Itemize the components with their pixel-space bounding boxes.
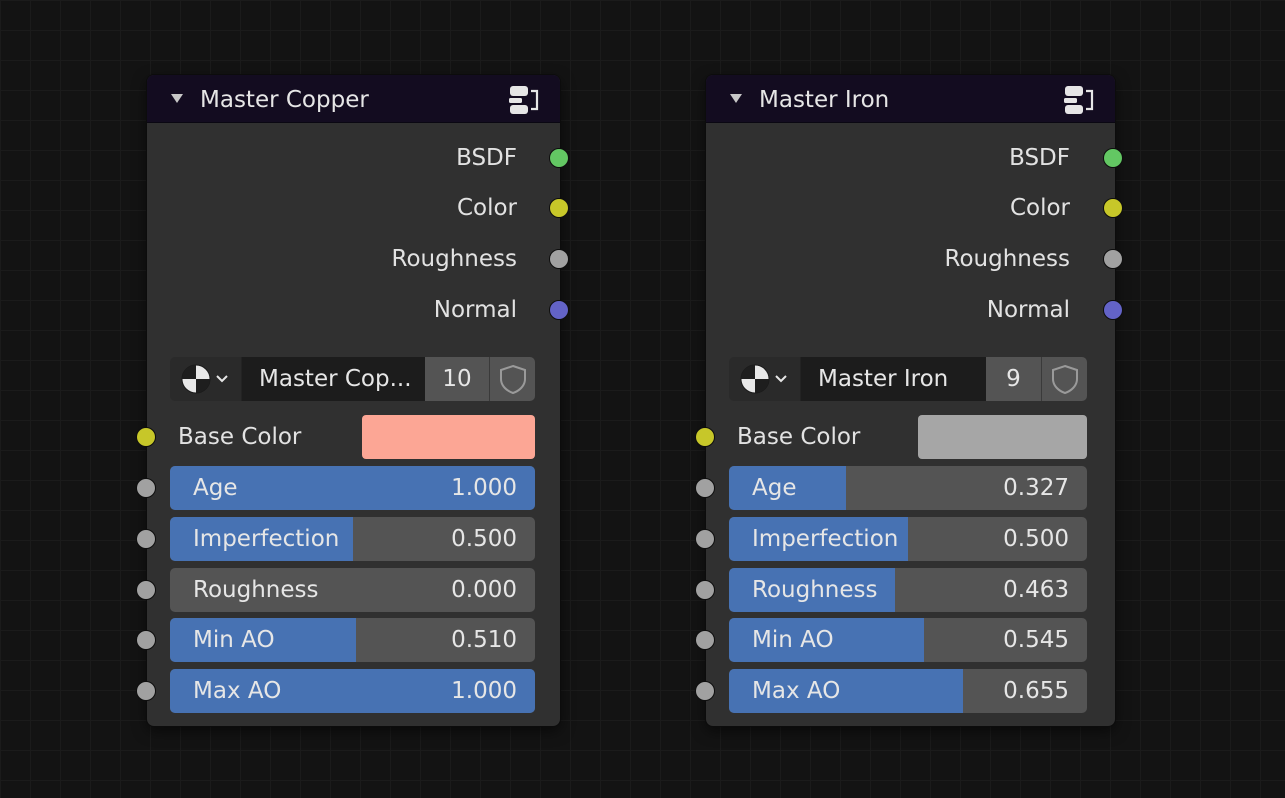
output-label-roughness: Roughness bbox=[944, 246, 1070, 272]
slider-value: 0.500 bbox=[451, 526, 517, 552]
slider-value: 0.510 bbox=[451, 627, 517, 653]
input-socket-base-color[interactable] bbox=[695, 427, 715, 447]
slider-label: Roughness bbox=[193, 577, 319, 603]
input-socket-min-ao[interactable] bbox=[695, 630, 715, 650]
shader-sphere-icon bbox=[740, 364, 787, 394]
fake-user-button[interactable] bbox=[1041, 357, 1087, 401]
output-label-color: Color bbox=[1009, 195, 1070, 221]
node-group-selector: Master Cop... 10 bbox=[170, 357, 535, 401]
input-socket-max-ao[interactable] bbox=[136, 681, 156, 701]
base-color-swatch[interactable] bbox=[362, 415, 535, 459]
output-label-normal: Normal bbox=[433, 297, 517, 323]
input-socket-roughness[interactable] bbox=[136, 580, 156, 600]
shield-icon bbox=[1052, 364, 1078, 395]
output-label-bsdf: BSDF bbox=[456, 145, 517, 171]
input-socket-min-ao[interactable] bbox=[136, 630, 156, 650]
slider-imperfection[interactable]: Imperfection 0.500 bbox=[170, 517, 535, 561]
slider-max-ao[interactable]: Max AO 0.655 bbox=[729, 669, 1087, 713]
output-label-normal: Normal bbox=[986, 297, 1070, 323]
slider-label: Max AO bbox=[193, 678, 282, 704]
output-socket-normal[interactable] bbox=[549, 300, 569, 320]
slider-value: 0.500 bbox=[1003, 526, 1069, 552]
slider-label: Imperfection bbox=[193, 526, 340, 552]
node-group-name-field[interactable]: Master Cop... bbox=[242, 357, 425, 401]
user-count-button[interactable]: 10 bbox=[425, 357, 489, 401]
slider-label: Imperfection bbox=[752, 526, 899, 552]
fake-user-button[interactable] bbox=[489, 357, 535, 401]
node-group-icon[interactable] bbox=[1062, 85, 1098, 115]
collapse-arrow-icon[interactable] bbox=[171, 94, 183, 103]
slider-value: 1.000 bbox=[451, 475, 517, 501]
input-socket-age[interactable] bbox=[136, 478, 156, 498]
slider-label: Max AO bbox=[752, 678, 841, 704]
shield-icon bbox=[500, 364, 526, 395]
input-label-base-color: Base Color bbox=[178, 424, 302, 450]
slider-label: Min AO bbox=[752, 627, 834, 653]
output-socket-color[interactable] bbox=[549, 198, 569, 218]
slider-value: 0.545 bbox=[1003, 627, 1069, 653]
slider-label: Age bbox=[752, 475, 797, 501]
browse-node-group-button[interactable] bbox=[729, 357, 801, 401]
output-socket-color[interactable] bbox=[1103, 198, 1123, 218]
input-socket-age[interactable] bbox=[695, 478, 715, 498]
output-label-roughness: Roughness bbox=[391, 246, 517, 272]
input-socket-imperfection[interactable] bbox=[136, 529, 156, 549]
slider-label: Roughness bbox=[752, 577, 878, 603]
slider-value: 1.000 bbox=[451, 678, 517, 704]
node-master-copper[interactable]: Master Copper BSDF Color Roughness Norma… bbox=[147, 75, 560, 726]
slider-age[interactable]: Age 1.000 bbox=[170, 466, 535, 510]
node-title: Master Copper bbox=[200, 87, 369, 113]
node-group-name-field[interactable]: Master Iron bbox=[801, 357, 986, 401]
node-group-icon[interactable] bbox=[507, 85, 543, 115]
input-socket-imperfection[interactable] bbox=[695, 529, 715, 549]
output-label-bsdf: BSDF bbox=[1009, 145, 1070, 171]
slider-imperfection[interactable]: Imperfection 0.500 bbox=[729, 517, 1087, 561]
slider-roughness[interactable]: Roughness 0.000 bbox=[170, 568, 535, 612]
node-master-iron[interactable]: Master Iron BSDF Color Roughness Normal bbox=[706, 75, 1115, 726]
node-title: Master Iron bbox=[759, 87, 890, 113]
input-label-base-color: Base Color bbox=[737, 424, 861, 450]
base-color-swatch[interactable] bbox=[918, 415, 1087, 459]
slider-age[interactable]: Age 0.327 bbox=[729, 466, 1087, 510]
output-socket-bsdf[interactable] bbox=[1103, 148, 1123, 168]
slider-min-ao[interactable]: Min AO 0.510 bbox=[170, 618, 535, 662]
collapse-arrow-icon[interactable] bbox=[730, 94, 742, 103]
user-count-button[interactable]: 9 bbox=[986, 357, 1041, 401]
output-socket-normal[interactable] bbox=[1103, 300, 1123, 320]
slider-label: Min AO bbox=[193, 627, 275, 653]
slider-value: 0.327 bbox=[1003, 475, 1069, 501]
slider-min-ao[interactable]: Min AO 0.545 bbox=[729, 618, 1087, 662]
slider-roughness[interactable]: Roughness 0.463 bbox=[729, 568, 1087, 612]
slider-max-ao[interactable]: Max AO 1.000 bbox=[170, 669, 535, 713]
browse-node-group-button[interactable] bbox=[170, 357, 242, 401]
output-socket-roughness[interactable] bbox=[549, 249, 569, 269]
slider-value: 0.000 bbox=[451, 577, 517, 603]
node-group-selector: Master Iron 9 bbox=[729, 357, 1087, 401]
input-socket-max-ao[interactable] bbox=[695, 681, 715, 701]
node-editor-canvas[interactable]: Master Copper BSDF Color Roughness Norma… bbox=[0, 0, 1285, 798]
slider-value: 0.655 bbox=[1003, 678, 1069, 704]
output-socket-roughness[interactable] bbox=[1103, 249, 1123, 269]
output-socket-bsdf[interactable] bbox=[549, 148, 569, 168]
input-socket-base-color[interactable] bbox=[136, 427, 156, 447]
input-socket-roughness[interactable] bbox=[695, 580, 715, 600]
slider-label: Age bbox=[193, 475, 238, 501]
node-header[interactable]: Master Iron bbox=[706, 75, 1115, 123]
shader-sphere-icon bbox=[181, 364, 228, 394]
output-label-color: Color bbox=[456, 195, 517, 221]
node-header[interactable]: Master Copper bbox=[147, 75, 560, 123]
slider-value: 0.463 bbox=[1003, 577, 1069, 603]
